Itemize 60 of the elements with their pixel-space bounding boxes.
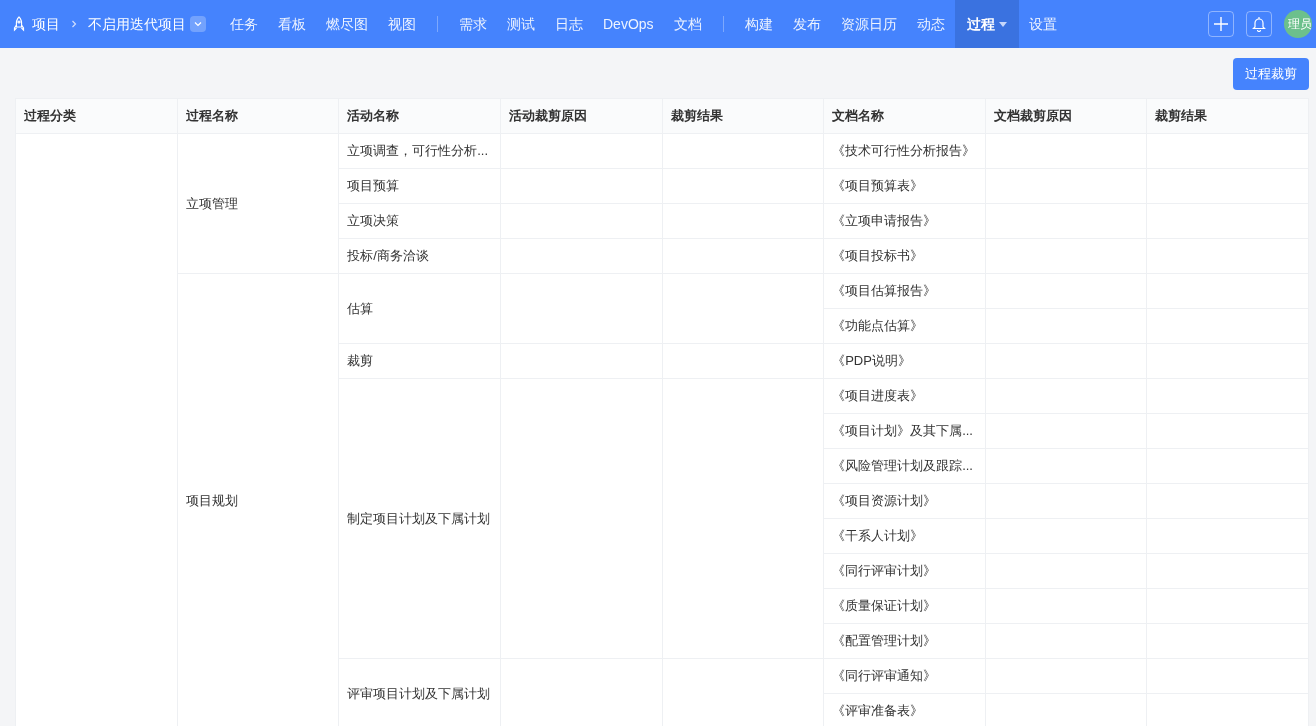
table-cell: 《立项申请报告》: [823, 203, 986, 239]
notifications-button[interactable]: [1246, 11, 1272, 37]
table-cell: 裁剪: [338, 343, 501, 379]
add-button[interactable]: [1208, 11, 1234, 37]
project-name[interactable]: 不启用迭代项目: [88, 13, 186, 35]
table-cell: 《干系人计划》: [823, 518, 986, 554]
nav-tab[interactable]: 日志: [545, 0, 593, 48]
table-cell: 《项目投标书》: [823, 238, 986, 274]
table-cell: 项目预算: [338, 168, 501, 204]
table-cell: 《项目资源计划》: [823, 483, 986, 519]
nav-tab[interactable]: 文档: [663, 0, 712, 48]
nav-tab[interactable]: DevOps: [593, 0, 664, 48]
table-cell: 估算: [338, 273, 501, 344]
process-tailoring-button[interactable]: 过程裁剪: [1233, 58, 1309, 90]
nav-tab[interactable]: 过程: [954, 0, 1019, 48]
table-cell: 《PDP说明》: [823, 343, 986, 379]
table-cell: 《配置管理计划》: [823, 623, 986, 659]
table-cell: 立项决策: [338, 203, 501, 239]
table-cell: 《同行评审计划》: [823, 553, 986, 589]
nav-tab[interactable]: 视图: [378, 0, 426, 48]
nav-tab[interactable]: 任务: [220, 0, 268, 48]
column-header: 文档名称: [823, 98, 986, 134]
table-cell: 《质量保证计划》: [823, 588, 986, 624]
user-avatar[interactable]: 理员: [1284, 10, 1312, 38]
table-cell: 《项目预算表》: [823, 168, 986, 204]
project-dropdown-button[interactable]: [190, 16, 206, 32]
nav-tab[interactable]: 资源日历: [830, 0, 907, 48]
nav-tab[interactable]: 测试: [497, 0, 545, 48]
table-cell: 立项调查，可行性分析...: [338, 133, 501, 169]
table-cell: 制定项目计划及下属计划: [338, 378, 501, 659]
breadcrumb-link[interactable]: 项目: [32, 13, 60, 35]
nav-tab[interactable]: 发布: [782, 0, 831, 48]
table-cell: 《功能点估算》: [823, 308, 986, 344]
column-header: 裁剪结果: [662, 98, 824, 134]
nav-tab[interactable]: 设置: [1018, 0, 1067, 48]
column-header: 裁剪结果: [1146, 98, 1309, 134]
caret-icon: [998, 21, 1007, 27]
column-header: 过程分类: [15, 98, 178, 134]
bell-icon: [1252, 16, 1266, 32]
nav-tab[interactable]: 看板: [268, 0, 316, 48]
table-cell: 《项目进度表》: [823, 378, 986, 414]
nav-tab[interactable]: 构建: [734, 0, 783, 48]
nav-tab[interactable]: 燃尽图: [316, 0, 378, 48]
table-cell: 立项管理: [177, 133, 339, 274]
plus-icon: [1213, 16, 1229, 32]
column-header: 文档裁剪原因: [985, 98, 1147, 134]
column-header: 活动名称: [338, 98, 501, 134]
table-cell: 《风险管理计划及跟踪...: [823, 448, 986, 484]
column-header: 活动裁剪原因: [500, 98, 662, 134]
rocket-icon: [12, 16, 26, 32]
column-header: 过程名称: [177, 98, 339, 134]
table-cell: 《同行评审通知》: [823, 658, 986, 694]
table-cell: 《项目估算报告》: [823, 273, 986, 309]
chevron-right-icon: [70, 20, 78, 28]
table-cell: 《技术可行性分析报告》: [823, 133, 986, 169]
table-cell: 投标/商务洽谈: [338, 238, 501, 274]
chevron-down-icon: [194, 20, 202, 28]
nav-tab[interactable]: 动态: [906, 0, 955, 48]
table-cell: 《项目计划》及其下属...: [823, 413, 986, 449]
nav-tab[interactable]: 需求: [449, 0, 497, 48]
